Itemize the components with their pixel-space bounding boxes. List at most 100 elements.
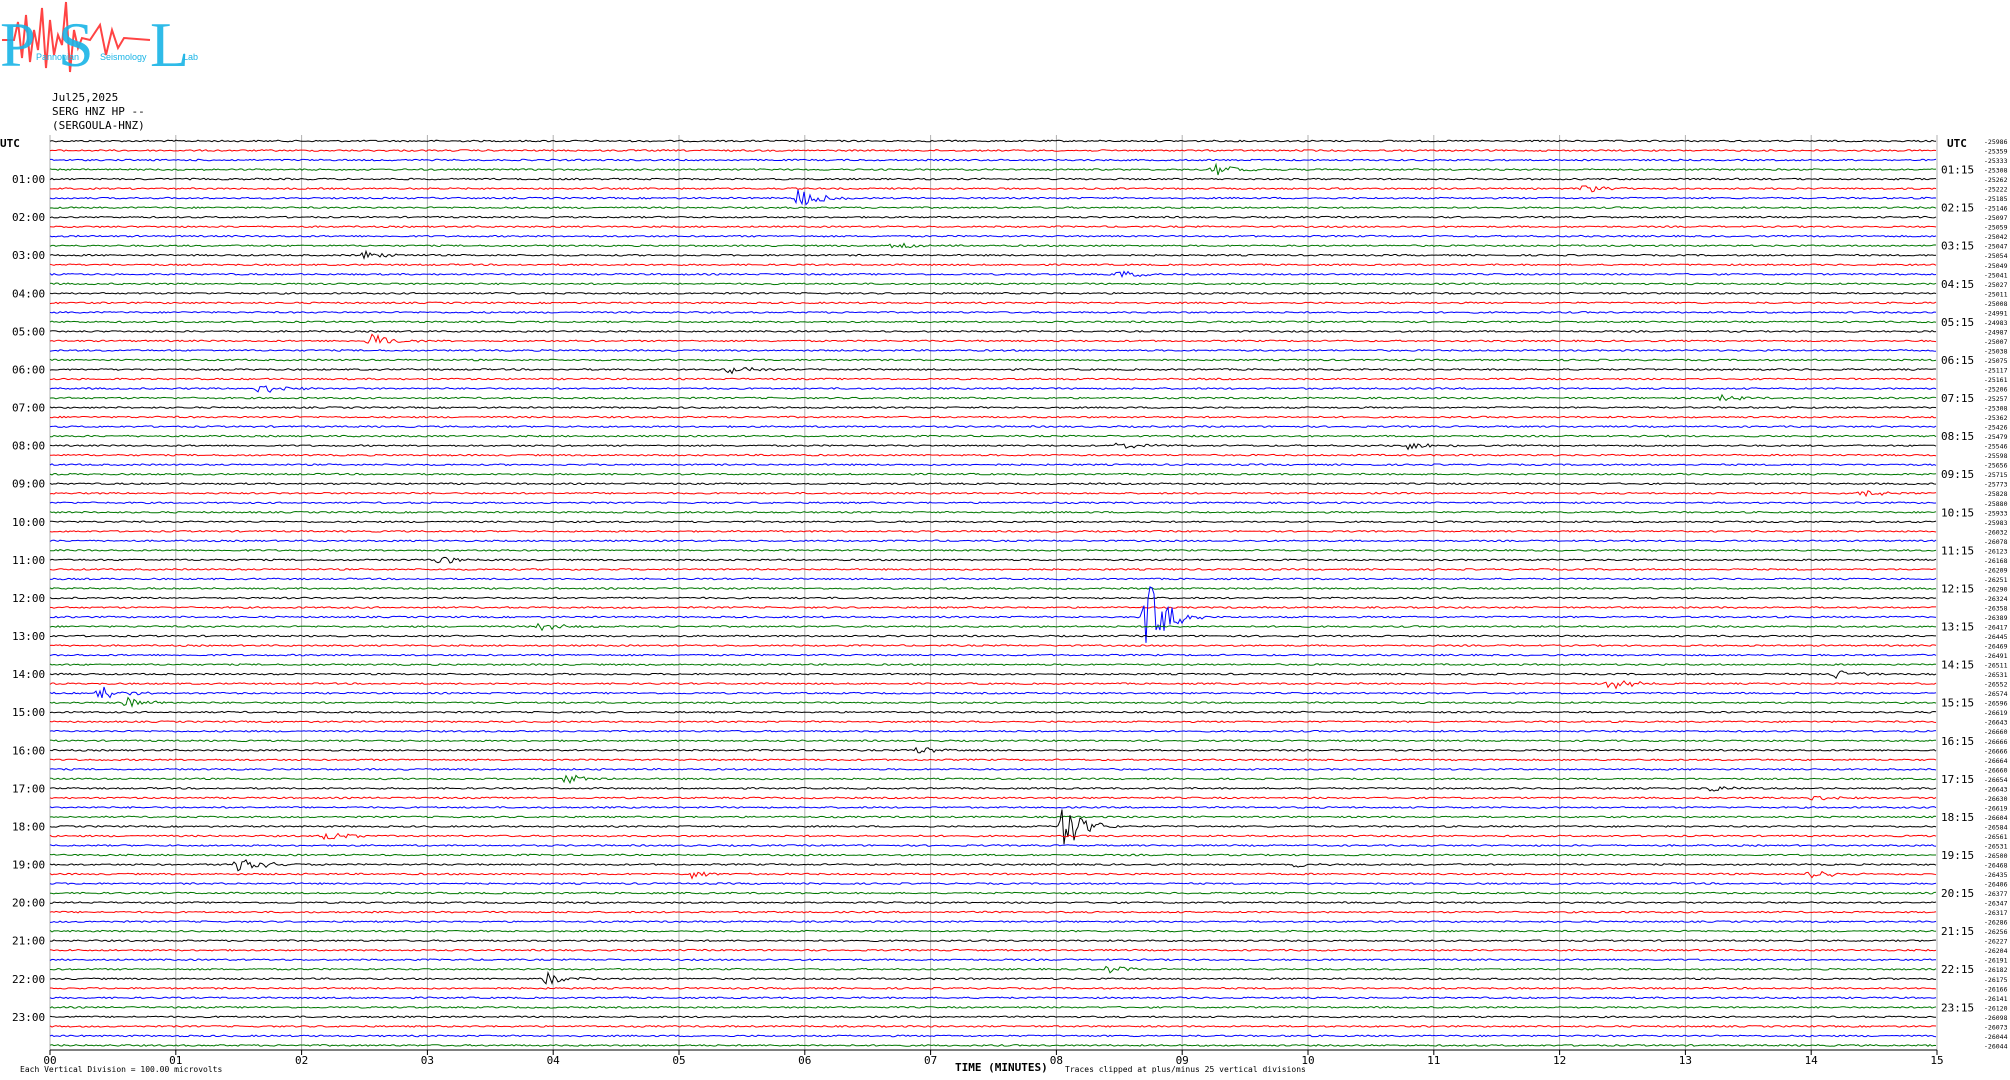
trace-offset-label: -25426: [1984, 424, 2008, 432]
x-tick-label: 15: [1930, 1054, 1943, 1067]
trace-18: [49, 310, 1937, 314]
trace-2: [50, 158, 1937, 162]
left-hour-label: 16:00: [12, 744, 45, 757]
trace-57: [49, 680, 1937, 690]
trace-74: [49, 844, 1937, 847]
trace-offset-label: -25359: [1984, 148, 2008, 156]
trace-offset-label: -26166: [1984, 985, 2008, 993]
trace-offset-label: -26317: [1984, 909, 2008, 917]
trace-offset-label: -26141: [1984, 995, 2008, 1003]
trace-offset-label: -25598: [1984, 452, 2008, 460]
right-hour-label: 11:15: [1941, 544, 1974, 557]
trace-63: [49, 739, 1937, 743]
right-hour-label: 07:15: [1941, 392, 1974, 405]
trace-52: [49, 634, 1936, 638]
footer-clip-note: Traces clipped at plus/minus 25 vertical…: [1065, 1065, 1306, 1074]
trace-offset-label: -26654: [1984, 776, 2008, 784]
trace-offset-label: -26643: [1984, 719, 2008, 727]
trace-offset-label: -25308: [1984, 167, 2008, 175]
left-hour-label: 08:00: [12, 440, 45, 453]
trace-offset-label: -25097: [1984, 214, 2008, 222]
right-hour-label: 02:15: [1941, 202, 1974, 215]
left-hour-label: 23:00: [12, 1011, 45, 1024]
trace-offset-label: -26664: [1984, 757, 2008, 765]
trace-80: [49, 901, 1937, 905]
trace-65: [49, 758, 1937, 762]
trace-17: [49, 301, 1937, 305]
trace-offset-labels: -25986-25359-25333-25308-25262-25222-251…: [1984, 138, 2008, 1050]
left-hour-label: 14:00: [12, 668, 45, 681]
trace-offset-label: -26666: [1984, 747, 2008, 755]
trace-7: [49, 206, 1937, 210]
left-hour-label: 04:00: [12, 287, 45, 300]
trace-22: [49, 348, 1937, 352]
trace-offset-label: -25546: [1984, 443, 2008, 451]
trace-offset-label: -26191: [1984, 957, 2008, 965]
trace-offset-label: -26358: [1984, 604, 2008, 612]
left-hour-label: 06:00: [12, 363, 45, 376]
trace-offset-label: -25333: [1984, 157, 2008, 165]
trace-offset-label: -26468: [1984, 862, 2008, 870]
trace-71: [49, 815, 1937, 819]
trace-offset-label: -26078: [1984, 538, 2008, 546]
trace-offset-label: -26377: [1984, 890, 2008, 898]
trace-offset-label: -26256: [1984, 928, 2008, 936]
trace-30: [49, 425, 1937, 429]
trace-70: [49, 806, 1937, 809]
trace-offset-label: -26406: [1984, 881, 2008, 889]
trace-offset-label: -25008: [1984, 300, 2008, 308]
trace-offset-label: -26469: [1984, 643, 2008, 651]
trace-offset-label: -26417: [1984, 624, 2008, 632]
trace-34: [49, 463, 1937, 467]
trace-12: [49, 249, 1937, 260]
trace-offset-label: -26574: [1984, 690, 2008, 698]
trace-offset-label: -26032: [1984, 528, 2008, 536]
right-hour-labels: 01:15 02:15 03:15 04:15 05:15 06:15 07:15 08:15…: [1941, 164, 1974, 1015]
left-hour-labels: 01:00 02:00 03:00 04:00 05:00 06:00 07:00 08:00…: [12, 173, 45, 1024]
trace-offset-label: -26660: [1984, 728, 2008, 736]
trace-offset-label: -26347: [1984, 900, 2008, 908]
trace-94: [49, 1034, 1937, 1038]
trace-offset-label: -26120: [1984, 1004, 2008, 1012]
trace-54: [49, 653, 1937, 657]
trace-offset-label: -25038: [1984, 347, 2008, 355]
trace-offset-label: -26123: [1984, 547, 2008, 555]
trace-93: [49, 1024, 1937, 1028]
right-hour-label: 09:15: [1941, 468, 1974, 481]
trace-offset-label: -26619: [1984, 804, 2008, 812]
left-hour-label: 18:00: [12, 820, 45, 833]
trace-46: [49, 577, 1937, 581]
trace-offset-label: -26531: [1984, 842, 2008, 850]
trace-13: [49, 263, 1937, 267]
trace-42: [49, 539, 1937, 543]
left-hour-label: 02:00: [12, 211, 45, 224]
trace-25: [50, 377, 1937, 381]
trace-offset-label: -25007: [1984, 338, 2008, 346]
trace-79: [49, 891, 1937, 895]
left-hour-label: 22:00: [12, 973, 45, 986]
trace-offset-label: -26445: [1984, 633, 2008, 641]
right-hour-label: 21:15: [1941, 925, 1974, 938]
trace-48: [49, 596, 1937, 600]
trace-90: [49, 996, 1937, 1000]
trace-26: [49, 385, 1937, 393]
trace-44: [49, 556, 1937, 564]
trace-35: [49, 472, 1937, 476]
trace-offset-label: -25206: [1984, 386, 2008, 394]
trace-offset-label: -26098: [1984, 1014, 2008, 1022]
trace-82: [49, 920, 1937, 924]
trace-53: [49, 644, 1937, 647]
trace-14: [49, 270, 1937, 279]
trace-37: [49, 490, 1937, 498]
trace-9: [49, 225, 1937, 229]
trace-56: [49, 670, 1937, 680]
trace-58: [49, 686, 1937, 699]
left-hour-label: 01:00: [12, 173, 45, 186]
trace-85: [49, 948, 1937, 952]
trace-offset-label: -25027: [1984, 281, 2008, 289]
left-hour-label: 20:00: [12, 897, 45, 910]
left-hour-label: 19:00: [12, 859, 45, 872]
right-hour-label: 19:15: [1941, 849, 1974, 862]
trace-29: [49, 415, 1937, 419]
right-hour-label: 16:15: [1941, 735, 1974, 748]
